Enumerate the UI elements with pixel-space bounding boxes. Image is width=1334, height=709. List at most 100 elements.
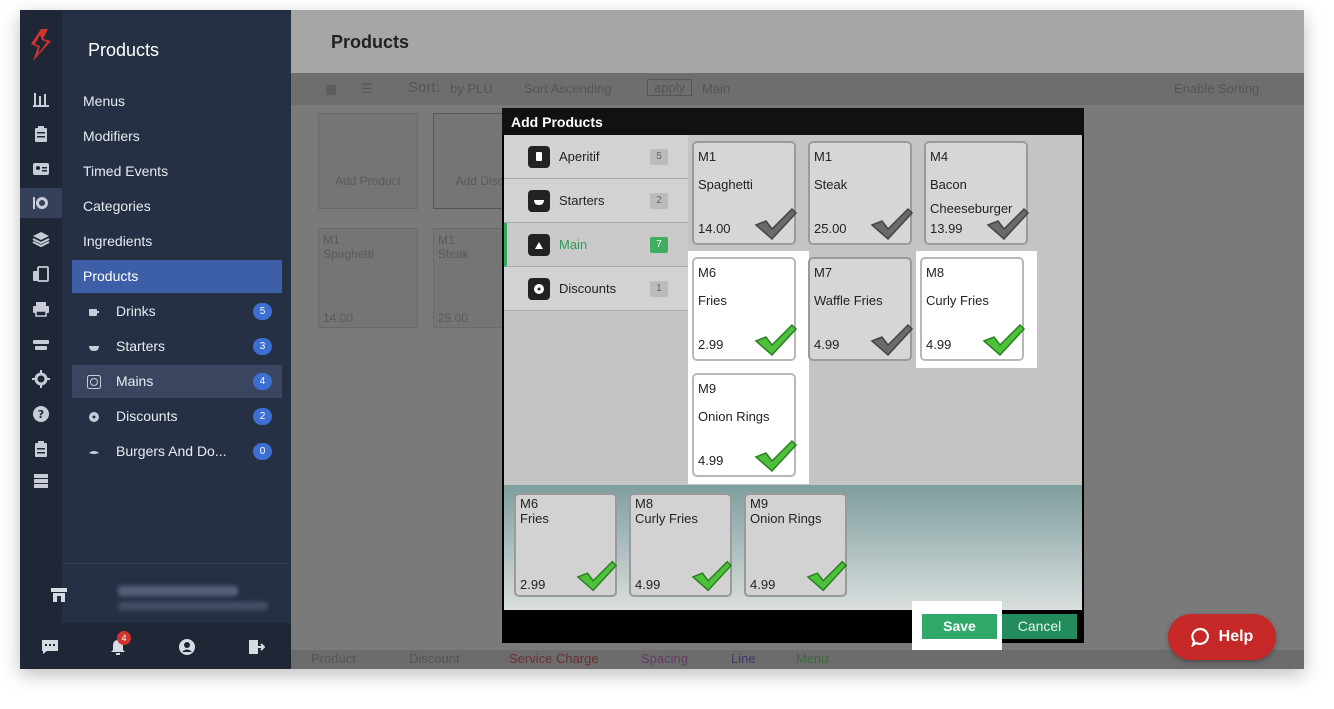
devices-icon[interactable]	[30, 263, 52, 285]
legend-item: Service Charge	[509, 651, 599, 666]
save-button[interactable]: Save	[922, 614, 997, 639]
layers-icon[interactable]	[30, 228, 52, 250]
sidebar-subitem-discounts[interactable]: Discounts 2	[72, 400, 282, 433]
sort-order-select[interactable]: Sort Ascending	[524, 81, 611, 96]
legend-item: Product	[311, 651, 356, 666]
product-card: M1 Steak 25.00	[808, 141, 914, 245]
product-plu: M9	[750, 496, 769, 511]
server-icon[interactable]	[30, 470, 52, 492]
page-header: Products	[291, 10, 1304, 73]
menu-name: Main	[702, 81, 731, 96]
product-card: M4 Bacon Cheeseburger 13.99	[924, 141, 1030, 245]
product-card: M7 Waffle Fries 4.99	[808, 257, 914, 361]
product-tile-selected[interactable]: M9 Onion Rings 4.99	[688, 367, 809, 484]
unchecked-check-icon	[754, 207, 798, 241]
product-price: 14.00	[698, 221, 731, 236]
sidebar-subitem-mains[interactable]: Mains 4	[72, 365, 282, 398]
cancel-button[interactable]: Cancel	[1002, 614, 1077, 639]
product-price: 4.99	[698, 453, 724, 468]
sidebar-subitem-starters[interactable]: Starters 3	[72, 330, 282, 363]
svg-text:?: ?	[38, 408, 44, 421]
list-view-icon[interactable]: ☰	[361, 81, 373, 97]
product-price: 4.99	[814, 337, 840, 352]
app-window: ? Products Menus Modifiers Timed Events …	[20, 10, 1304, 669]
product-grid: M1 Spaghetti 14.00 M1 Steak 25.00 M4 Bac…	[688, 135, 1082, 485]
product-name: Fries	[520, 511, 549, 526]
clipboard-list-icon[interactable]	[30, 438, 52, 460]
logout-icon[interactable]	[246, 637, 266, 657]
product-tile-selected[interactable]: M6 Fries 2.99	[688, 251, 809, 368]
grid-view-icon[interactable]: ▦	[325, 81, 337, 97]
product-plu: M1	[698, 149, 717, 164]
product-card: M1 Spaghetti 14.00	[692, 141, 798, 245]
product-price: 4.99	[635, 577, 661, 592]
product-card: M9 Onion Rings 4.99	[692, 373, 798, 477]
category-count: 2	[650, 193, 668, 209]
selected-product-tile[interactable]: M8 Curly Fries 4.99	[629, 493, 733, 597]
reports-icon[interactable]	[30, 88, 52, 110]
bottom-toolbar: 4	[20, 623, 291, 669]
notifications-bell-icon[interactable]: 4	[108, 631, 131, 657]
product-tile[interactable]: M1 Steak 25.00	[804, 135, 925, 252]
sort-by-select[interactable]: by PLU	[450, 81, 493, 96]
sidebar-item-modifiers[interactable]: Modifiers	[72, 120, 282, 153]
sidebar-item-categories[interactable]: Categories	[72, 190, 282, 223]
sidebar-item-menus[interactable]: Menus	[72, 85, 282, 118]
question-icon[interactable]: ?	[30, 403, 52, 425]
selected-products-tray: M6 Fries 2.99 M8 Curly Fries 4.99 M9 Oni…	[504, 485, 1082, 610]
product-tile-selected[interactable]: M8 Curly Fries 4.99	[916, 251, 1037, 368]
product-tile[interactable]: M4 Bacon Cheeseburger 13.99	[920, 135, 1041, 252]
product-plu: M6	[520, 496, 539, 511]
contact-card-icon[interactable]	[30, 158, 52, 180]
category-starters[interactable]: Starters 2	[504, 179, 688, 223]
product-card: M6 Fries 2.99	[692, 257, 798, 361]
product-price: 4.99	[750, 577, 776, 592]
sidebar-item-products[interactable]: Products	[72, 260, 282, 293]
green-check-icon	[691, 560, 733, 592]
plate-icon	[86, 374, 102, 390]
bowl-icon	[528, 190, 550, 212]
category-count: 1	[650, 281, 668, 297]
product-name: Steak	[814, 177, 848, 192]
sidebar-item-ingredients[interactable]: Ingredients	[72, 225, 282, 258]
sidebar-subitem-label: Discounts	[116, 408, 178, 424]
category-aperitif[interactable]: Aperitif 5	[504, 135, 688, 179]
clipboard-icon[interactable]	[30, 123, 52, 145]
product-plu: M9	[698, 381, 717, 396]
user-avatar-icon[interactable]	[177, 637, 197, 657]
tile-plu: M1	[323, 233, 340, 247]
green-check-icon	[576, 560, 618, 592]
product-card: M8 Curly Fries 4.99	[920, 257, 1026, 361]
terminal-icon[interactable]	[30, 333, 52, 355]
menu-dish-icon[interactable]	[20, 188, 62, 218]
sidebar-subitem-drinks[interactable]: Drinks 5	[72, 295, 282, 328]
selected-product-tile[interactable]: M9 Onion Rings 4.99	[744, 493, 848, 597]
product-plu: M1	[814, 149, 833, 164]
store-name-blurred	[118, 586, 238, 596]
add-product-tile[interactable]: Add Product	[318, 113, 418, 209]
enable-sorting-label: Enable Sorting	[1174, 81, 1260, 96]
product-name: Spaghetti	[698, 177, 753, 192]
sidebar-item-timed-events[interactable]: Timed Events	[72, 155, 282, 188]
category-main[interactable]: Main 7	[504, 223, 688, 267]
selected-product-tile[interactable]: M6 Fries 2.99	[514, 493, 618, 597]
green-check-icon	[754, 323, 798, 357]
product-tile[interactable]: M1 Spaghetti 14.00	[688, 135, 809, 252]
category-discounts[interactable]: Discounts 1	[504, 267, 688, 311]
sidebar-subitem-burgers[interactable]: Burgers And Do... 0	[72, 435, 282, 468]
help-button[interactable]: Help	[1168, 614, 1276, 660]
product-plu: M8	[926, 265, 945, 280]
printer-icon[interactable]	[30, 298, 52, 320]
unchecked-check-icon	[870, 323, 914, 357]
product-name: Curly Fries	[926, 293, 989, 308]
cup-icon	[86, 304, 102, 320]
product-tile[interactable]: M7 Waffle Fries 4.99	[804, 251, 925, 368]
apply-button[interactable]: apply	[647, 79, 693, 96]
discount-icon	[86, 409, 102, 425]
background-product-tile: M1 Spaghetti 14.00	[318, 228, 418, 328]
gear-icon[interactable]	[30, 368, 52, 390]
bowl-icon	[86, 339, 102, 355]
sidebar-subitem-label: Starters	[116, 338, 166, 354]
sidebar-subitem-label: Mains	[116, 373, 154, 389]
chat-icon[interactable]	[40, 637, 60, 657]
